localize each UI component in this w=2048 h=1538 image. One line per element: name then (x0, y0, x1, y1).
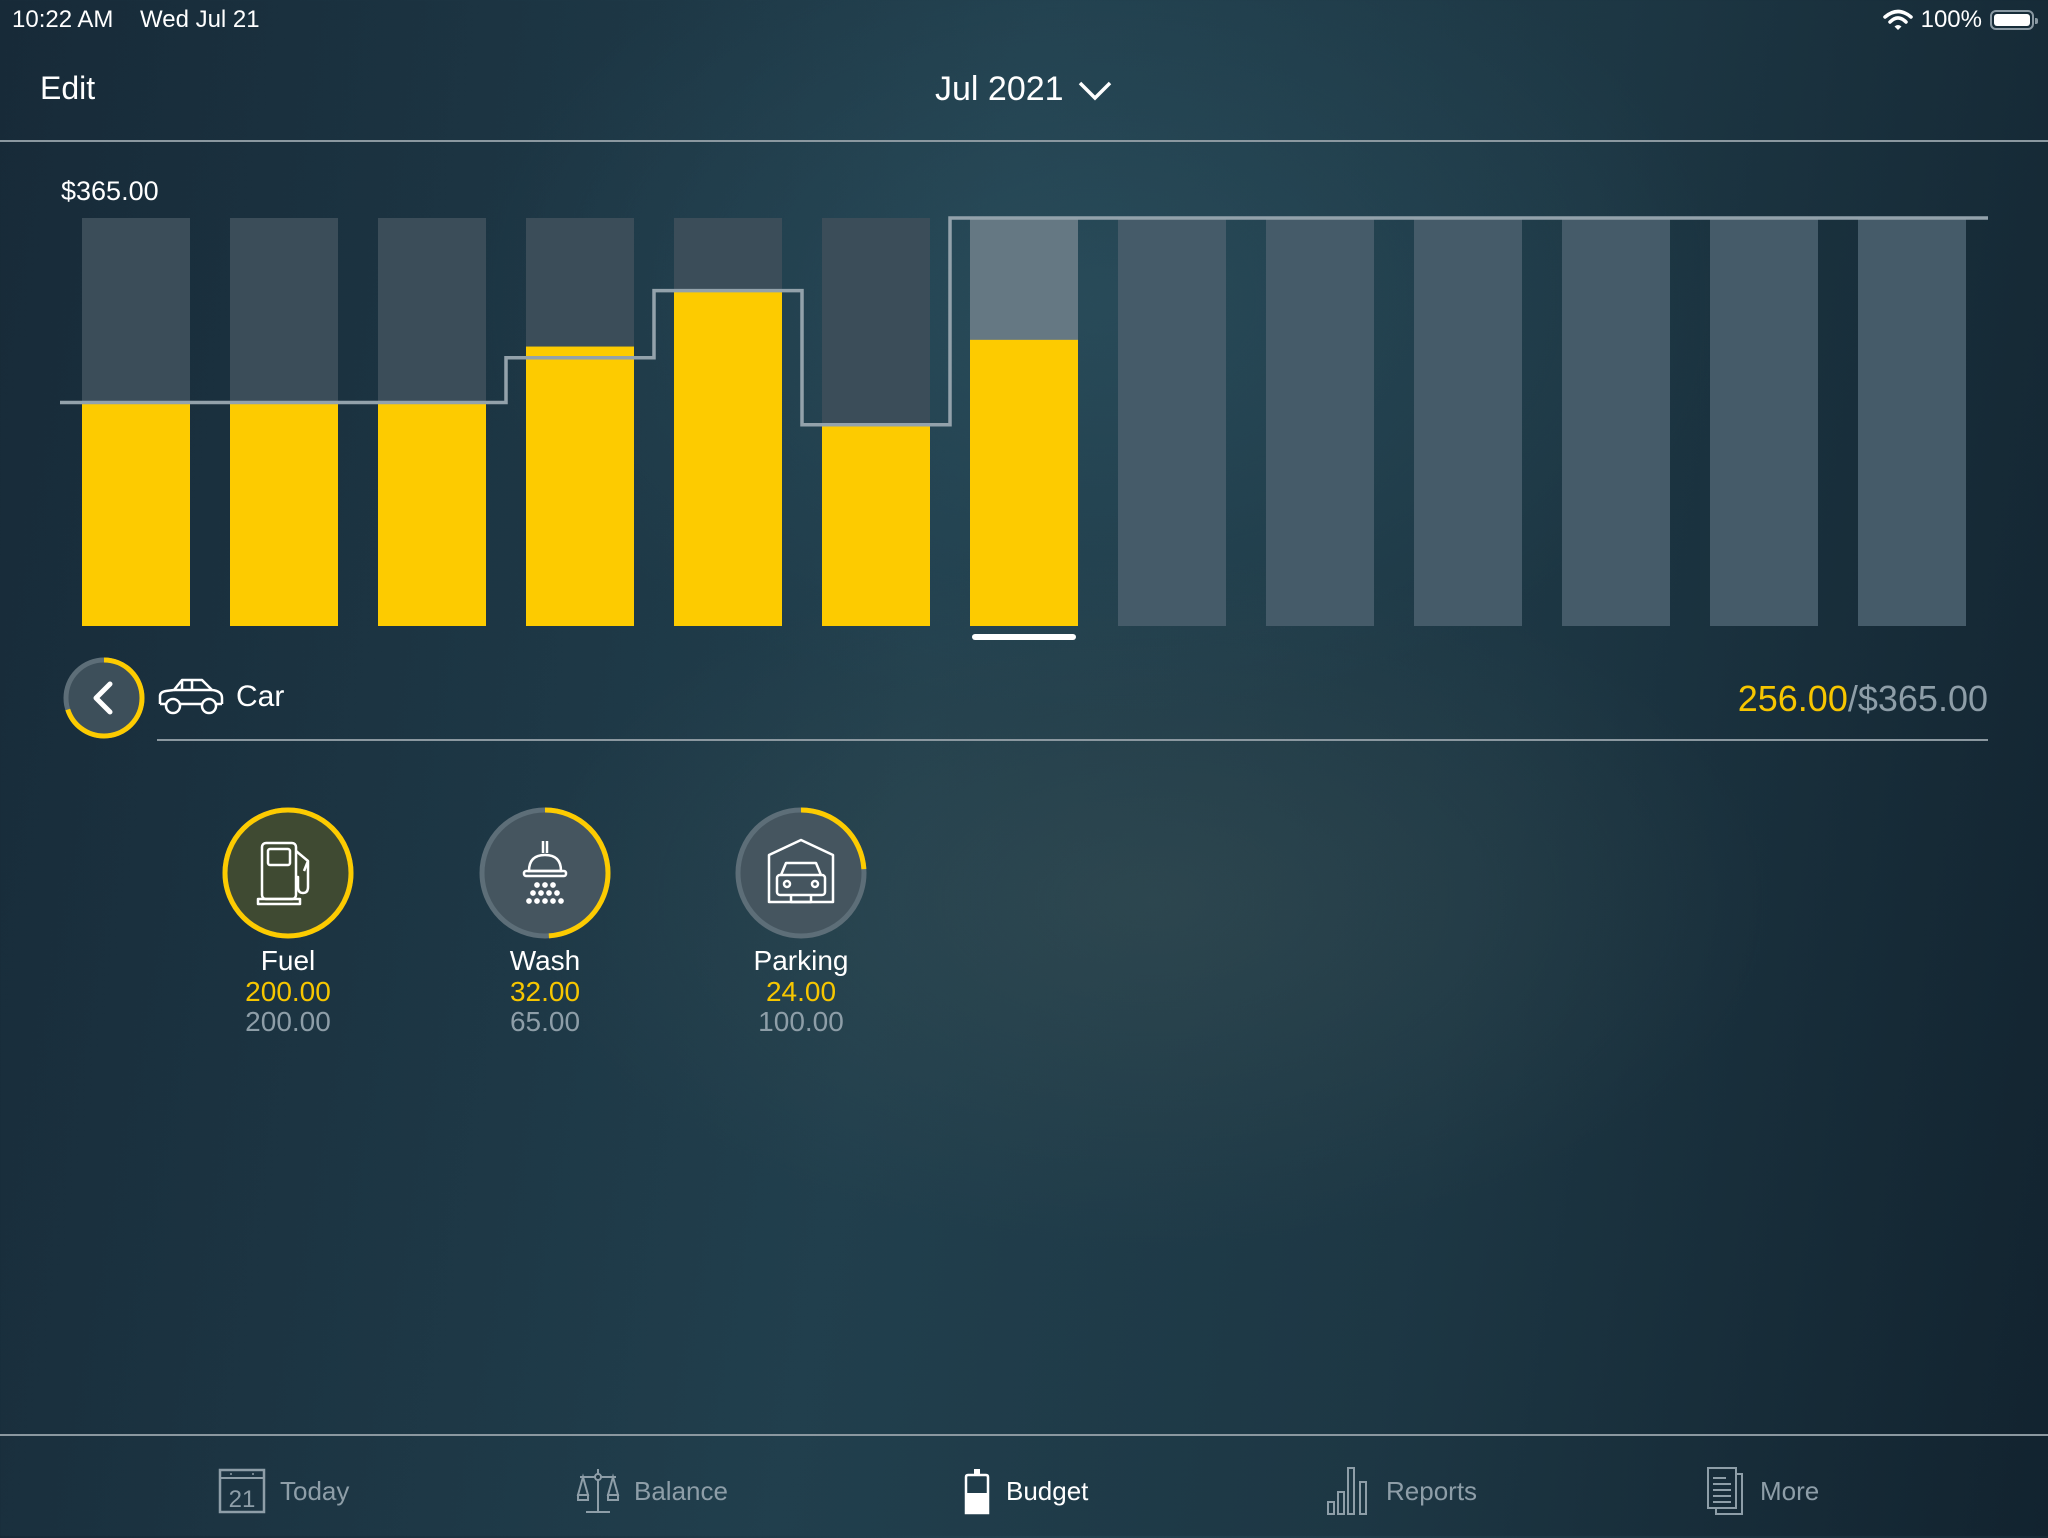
progress-ring (222, 807, 354, 939)
budget-chart: $365.00 (0, 140, 2048, 660)
status-bar: 10:22 AM Wed Jul 21 100% (0, 0, 2048, 40)
bar-track-sep-8[interactable] (1266, 218, 1374, 626)
jar-icon (964, 1469, 990, 1515)
divider (157, 739, 1988, 741)
bar-spent-4[interactable] (674, 290, 782, 626)
tab-bar: 21 Today Balance Budget Reports More (0, 1434, 2048, 1538)
bar-spent-5[interactable] (822, 424, 930, 626)
status-date: Wed Jul 21 (140, 6, 260, 33)
month-label: Jul 2021 (935, 70, 1064, 108)
chart-svg (60, 216, 1988, 640)
category-budget: $365.00 (1857, 678, 1988, 719)
tab-label: Budget (1006, 1475, 1089, 1506)
subcategory-name: Fuel (260, 945, 316, 976)
progress-ring (735, 807, 867, 939)
car-icon (158, 678, 224, 715)
subcategory-fuel[interactable]: Fuel 200.00 200.00 (188, 805, 388, 1037)
subcategory-spent: 24.00 (765, 976, 837, 1007)
category-amount: 256.00/$365.00 (1738, 678, 1988, 720)
category-spent: 256.00 (1737, 678, 1848, 719)
subcategory-spent: 32.00 (509, 976, 581, 1007)
back-button[interactable] (60, 654, 148, 742)
subcategory-budget: 100.00 (758, 1006, 844, 1037)
bar-spent-2[interactable] (378, 402, 486, 626)
scales-icon (576, 1469, 620, 1513)
subcategory-budget: 65.00 (509, 1006, 581, 1037)
tab-balance[interactable]: Balance (576, 1466, 728, 1516)
bar-track-oct-9[interactable] (1414, 218, 1522, 626)
progress-ring (479, 807, 611, 939)
bar-chart-icon (1327, 1467, 1367, 1515)
subcategory-spent: 200.00 (245, 976, 331, 1007)
tab-label: Today (280, 1475, 350, 1506)
bar-spent-3[interactable] (526, 346, 634, 626)
tab-label: Balance (634, 1475, 728, 1506)
subcategory-budget: 200.00 (245, 1006, 331, 1037)
calendar-icon: 21 (218, 1468, 266, 1514)
bar-track-nov-10[interactable] (1562, 218, 1670, 626)
status-time: 10:22 AM (12, 6, 114, 33)
subcategory-name: Parking (753, 945, 849, 976)
month-picker[interactable]: Jul 2021 (0, 70, 2048, 109)
subcategory-name: Wash (509, 945, 581, 976)
battery-percent: 100% (1920, 6, 1982, 33)
tab-today[interactable]: 21 Today (218, 1466, 349, 1516)
battery-icon (1990, 10, 2038, 30)
tab-label: Reports (1386, 1475, 1478, 1506)
navigation-bar: Edit Jul 2021 (0, 40, 2048, 142)
selected-month-indicator (972, 634, 1076, 640)
tab-budget[interactable]: Budget (962, 1466, 1088, 1516)
chevron-down-icon (1078, 81, 1112, 101)
subcategory-wash[interactable]: Wash 32.00 65.00 (445, 805, 645, 1037)
svg-text:21: 21 (229, 1486, 256, 1513)
documents-icon (1707, 1467, 1743, 1515)
tab-label: More (1760, 1475, 1820, 1506)
bar-spent-0[interactable] (82, 402, 190, 626)
wifi-icon (1882, 9, 1913, 30)
bar-spent-6[interactable] (970, 339, 1078, 626)
tab-reports[interactable]: Reports (1326, 1466, 1477, 1516)
amount-separator: / (1847, 678, 1858, 719)
subcategory-parking[interactable]: Parking 24.00 100.00 (701, 805, 901, 1037)
category-header: Car 256.00/$365.00 (0, 650, 2048, 750)
bar-spent-1[interactable] (230, 402, 338, 626)
bar-track-jan-12[interactable] (1858, 218, 1966, 626)
category-name: Car (236, 680, 285, 713)
bar-track-aug-7[interactable] (1118, 218, 1226, 626)
status-indicators: 100% (1882, 6, 2038, 34)
bar-track-dec-11[interactable] (1710, 218, 1818, 626)
tab-more[interactable]: More (1706, 1466, 1819, 1516)
